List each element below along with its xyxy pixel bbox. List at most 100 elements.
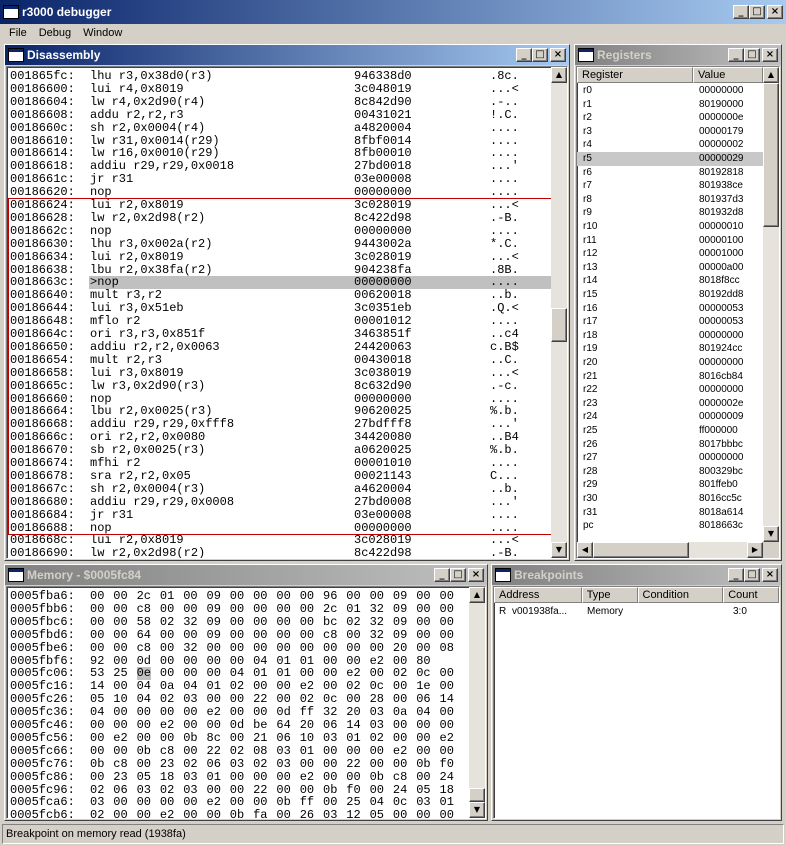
- register-row[interactable]: r29 801ffeb0: [577, 478, 763, 492]
- memory-byte[interactable]: 03: [323, 731, 337, 745]
- memory-byte[interactable]: 00: [137, 757, 151, 771]
- register-row[interactable]: r30 8016cc5c: [577, 492, 763, 506]
- memory-row[interactable]: 0005fba6: 00 00 2c 01 00 09 00 00 00 00 96 00 00 09 00 0…: [7, 590, 471, 603]
- maximize-icon[interactable]: □: [532, 48, 548, 62]
- disasm-row[interactable]: 00186684: jr r31 03e00008....: [7, 508, 553, 522]
- memory-byte[interactable]: e2: [393, 744, 407, 758]
- memory-byte[interactable]: 00: [90, 744, 104, 758]
- memory-byte[interactable]: 14: [346, 719, 360, 732]
- memory-byte[interactable]: 00: [160, 602, 174, 616]
- memory-byte[interactable]: 00: [416, 590, 430, 603]
- registers-titlebar[interactable]: Registers _ □ ×: [575, 45, 781, 65]
- register-row[interactable]: r24 00000009: [577, 410, 763, 424]
- scroll-left-icon[interactable]: ◀: [577, 542, 593, 558]
- register-row[interactable]: r13 00000a00: [577, 261, 763, 275]
- memory-byte[interactable]: 00: [323, 770, 337, 784]
- memory-byte[interactable]: 00: [137, 719, 151, 732]
- memory-byte[interactable]: 10: [300, 731, 314, 745]
- memory-byte[interactable]: 00: [323, 744, 337, 758]
- memory-byte[interactable]: 00: [276, 628, 290, 642]
- memory-byte[interactable]: 00: [370, 744, 384, 758]
- memory-byte[interactable]: 00: [300, 641, 314, 655]
- register-row[interactable]: r4 00000002: [577, 138, 763, 152]
- register-row[interactable]: r6 80192818: [577, 166, 763, 180]
- memory-byte[interactable]: 00: [113, 744, 127, 758]
- memory-byte[interactable]: 32: [183, 641, 197, 655]
- memory-byte[interactable]: 32: [370, 615, 384, 629]
- memory-byte[interactable]: 00: [440, 809, 454, 818]
- memory-byte[interactable]: 00: [183, 744, 197, 758]
- scroll-right-icon[interactable]: ▶: [747, 542, 763, 558]
- disasm-row[interactable]: 00186614: lw r16,0x0010(r29) 8fb00010....: [7, 147, 553, 160]
- disasm-row[interactable]: 00186604: lw r4,0x2d90(r4) 8c842d90 .-..: [7, 95, 553, 109]
- disasm-row[interactable]: 0018660c: sh r2,0x0004(r4) a4820004....: [7, 121, 553, 135]
- memory-byte[interactable]: 00: [393, 719, 407, 732]
- memory-byte[interactable]: 0b: [416, 757, 430, 771]
- memory-byte[interactable]: 00: [416, 770, 430, 784]
- disasm-row[interactable]: 0018665c: lw r3,0x2d90(r3) 8c632d90 .-c.: [7, 379, 553, 393]
- memory-byte[interactable]: c8: [393, 770, 407, 784]
- minimize-icon[interactable]: _: [516, 48, 532, 62]
- close-icon[interactable]: ×: [762, 568, 778, 582]
- memory-byte[interactable]: 18: [160, 770, 174, 784]
- memory-byte[interactable]: 00: [416, 744, 430, 758]
- memory-byte[interactable]: 00: [160, 731, 174, 745]
- disasm-row[interactable]: 0018664c: ori r3,r3,0x851f 3463851f ..c4: [7, 328, 553, 341]
- memory-byte[interactable]: 00: [300, 757, 314, 771]
- close-icon[interactable]: ×: [468, 568, 484, 582]
- memory-byte[interactable]: 00: [113, 615, 127, 629]
- memory-byte[interactable]: 09: [393, 602, 407, 616]
- memory-byte[interactable]: 06: [207, 757, 221, 771]
- minimize-icon[interactable]: _: [728, 568, 744, 582]
- scroll-up-icon[interactable]: ▲: [469, 587, 485, 603]
- memory-byte[interactable]: e2: [160, 719, 174, 732]
- memory-row[interactable]: 0005fc46: 00 00 00 e2 00 00 0d be 64 20 06 14 03 00 00 0…: [7, 719, 471, 732]
- register-row[interactable]: r27 00000000: [577, 451, 763, 465]
- memory-byte[interactable]: 23: [113, 770, 127, 784]
- memory-byte[interactable]: 00: [253, 615, 267, 629]
- scroll-thumb[interactable]: [469, 788, 485, 802]
- memory-byte[interactable]: 26: [300, 809, 314, 818]
- memory-byte[interactable]: 8c: [207, 731, 221, 745]
- registers-horizontal-scrollbar[interactable]: ◀ ▶: [577, 542, 763, 558]
- memory-byte[interactable]: e2: [113, 731, 127, 745]
- memory-byte[interactable]: 00: [370, 641, 384, 655]
- memory-byte[interactable]: 00: [416, 628, 430, 642]
- memory-byte[interactable]: 00: [440, 615, 454, 629]
- register-row[interactable]: r15 80192dd8: [577, 288, 763, 302]
- disassembly-vertical-scrollbar[interactable]: ▲ ▼: [551, 67, 567, 558]
- register-row[interactable]: r31 8018a614: [577, 506, 763, 520]
- memory-byte[interactable]: 02: [370, 731, 384, 745]
- memory-byte[interactable]: 0b: [90, 757, 104, 771]
- disasm-row[interactable]: 00186644: lui r3,0x51eb 3c0351eb .Q.<: [7, 302, 553, 315]
- disasm-row[interactable]: 00186600: lui r4,0x8019 3c048019 ...<: [7, 82, 553, 96]
- menu-file[interactable]: File: [0, 27, 33, 39]
- memory-byte[interactable]: 00: [113, 809, 127, 818]
- memory-byte[interactable]: 22: [207, 744, 221, 758]
- register-row[interactable]: r11 00000100: [577, 234, 763, 248]
- disasm-row[interactable]: 00186608: addu r2,r2,r3 00431021 !.C.: [7, 108, 553, 122]
- memory-byte[interactable]: 00: [416, 615, 430, 629]
- disasm-row[interactable]: 00186668: addiu r29,r29,0xfff8 27bdfff8...…: [7, 418, 553, 431]
- disasm-row[interactable]: 0018661c: jr r31 03e00008....: [7, 173, 553, 186]
- register-row[interactable]: r16 00000053: [577, 302, 763, 316]
- memory-byte[interactable]: 32: [183, 615, 197, 629]
- register-row[interactable]: r19 801924cc: [577, 342, 763, 356]
- menu-debug[interactable]: Debug: [33, 27, 77, 39]
- minimize-icon[interactable]: _: [434, 568, 450, 582]
- memory-byte[interactable]: 00: [137, 731, 151, 745]
- memory-byte[interactable]: 00: [90, 731, 104, 745]
- memory-byte[interactable]: 09: [207, 602, 221, 616]
- register-row[interactable]: r25 ff000000: [577, 424, 763, 438]
- memory-byte[interactable]: 00: [183, 809, 197, 818]
- scroll-down-icon[interactable]: ▼: [469, 802, 485, 818]
- memory-byte[interactable]: 09: [393, 628, 407, 642]
- register-row[interactable]: r1 80190000: [577, 98, 763, 112]
- memory-byte[interactable]: 03: [276, 744, 290, 758]
- memory-byte[interactable]: c8: [113, 757, 127, 771]
- breakpoints-titlebar[interactable]: Breakpoints _ □ ×: [492, 565, 781, 585]
- memory-row[interactable]: 0005fbb6: 00 00 c8 00 00 09 00 00 00 00 2c 01 32 09 00 0…: [7, 602, 471, 616]
- disasm-row[interactable]: 00186618: addiu r29,r29,0x0018 27bd0018...…: [7, 160, 553, 173]
- register-row[interactable]: r26 8017bbbc: [577, 438, 763, 452]
- disassembly-list[interactable]: 001865fc: lhu r3,0x38d0(r3) 946338d0.8c. 00…: [6, 66, 568, 559]
